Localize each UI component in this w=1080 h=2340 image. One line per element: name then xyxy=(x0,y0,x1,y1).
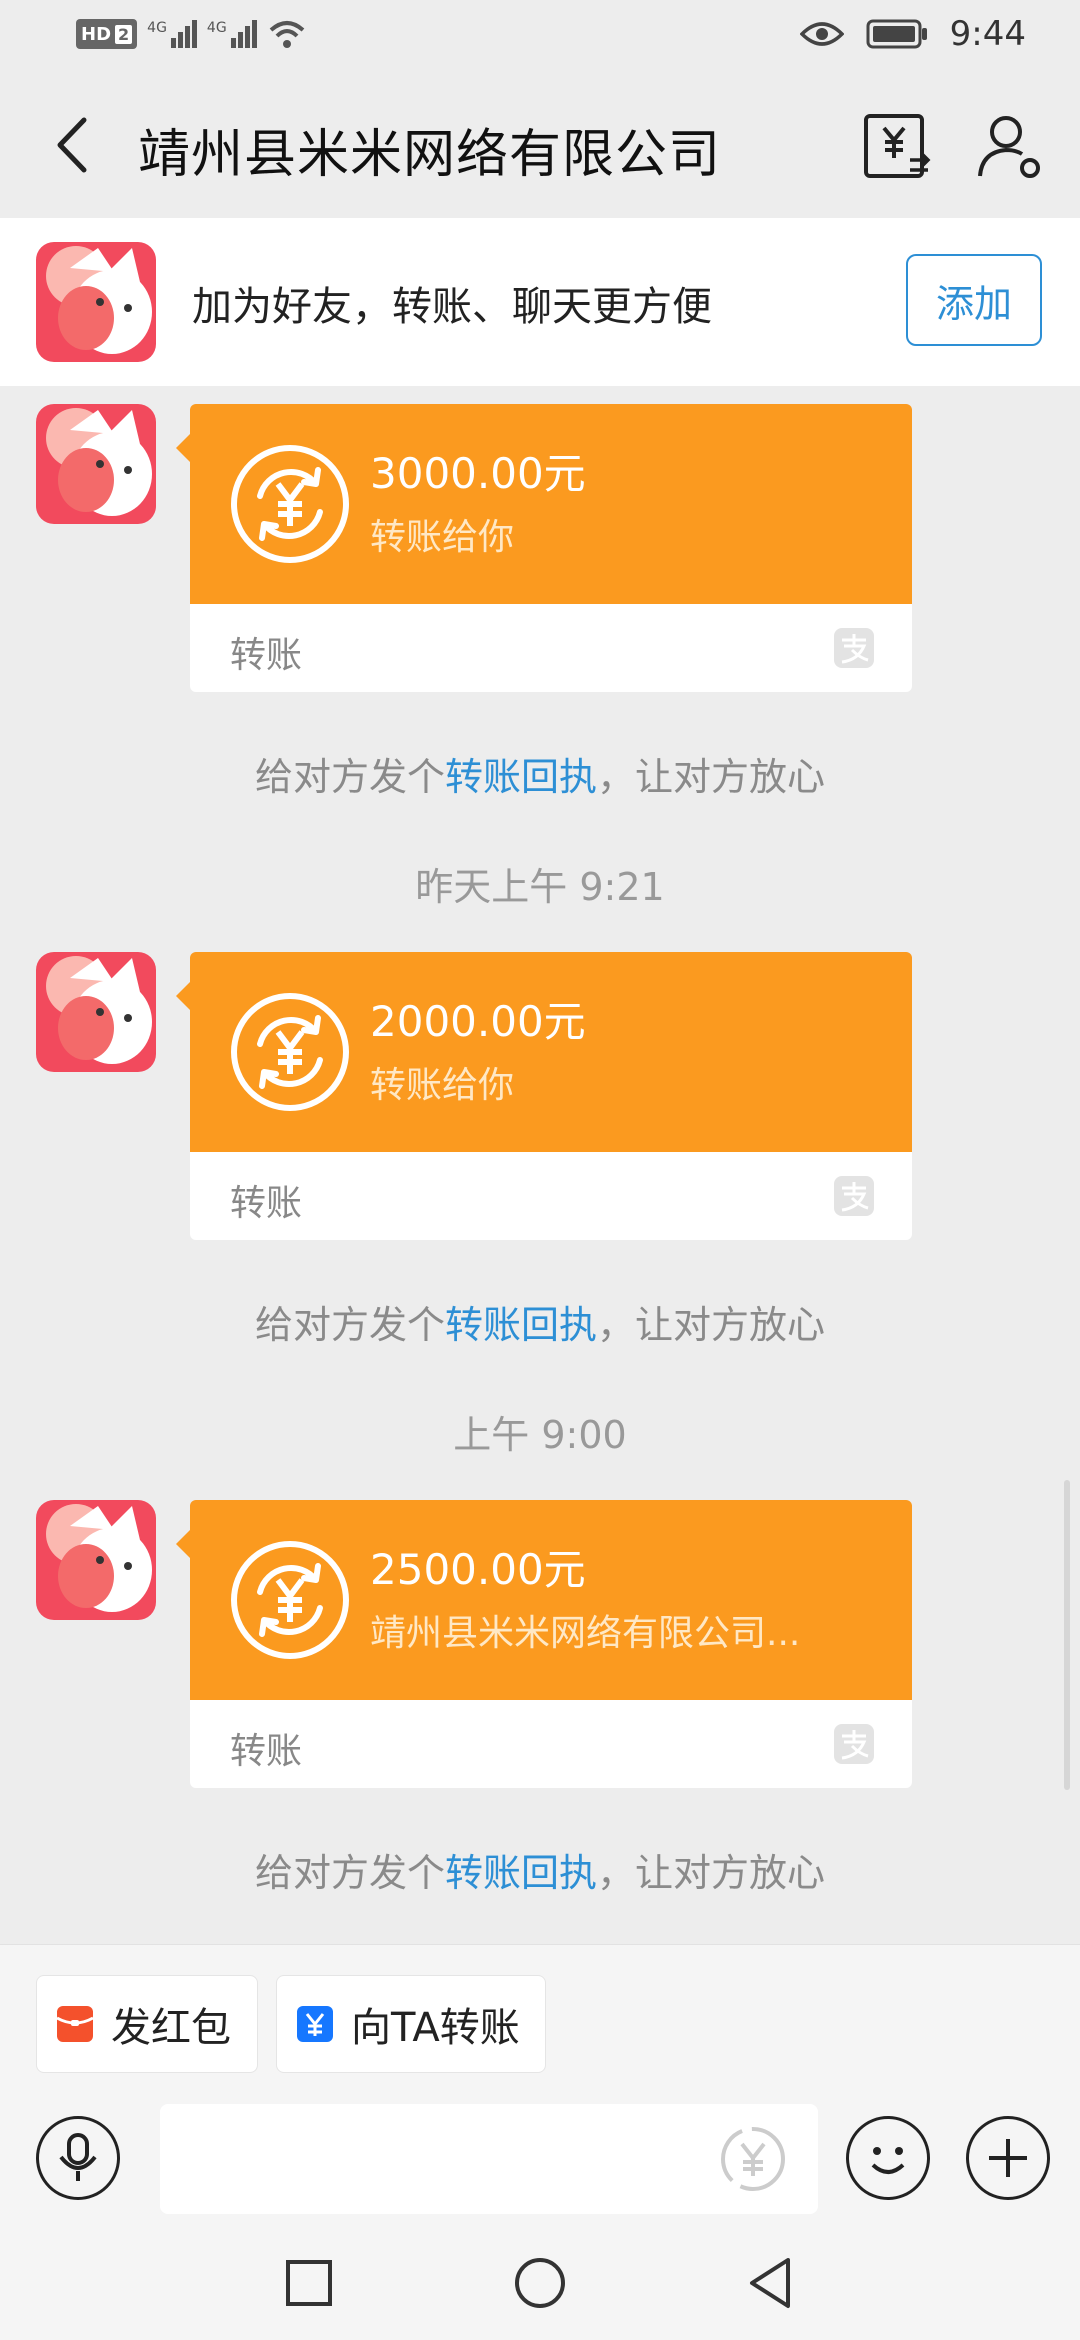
transfer-amount: 2500.00元 xyxy=(370,1545,586,1594)
transfer-receipt-link[interactable]: 转账回执 xyxy=(445,1303,597,1347)
transfer-card[interactable]: 3000.00元 转账给你 转账 xyxy=(176,404,912,692)
transfer-yuan-icon xyxy=(231,445,349,563)
cat-avatar-icon xyxy=(36,952,156,1072)
hd-icon: HD 2 xyxy=(76,19,138,49)
scrollbar[interactable] xyxy=(1064,1480,1070,1790)
input-bar xyxy=(0,2104,1080,2222)
status-time: 9:44 xyxy=(949,14,1026,54)
alipay-icon xyxy=(834,1176,874,1216)
emoji-button[interactable] xyxy=(846,2116,930,2200)
cat-avatar-icon xyxy=(36,404,156,524)
timestamp: 上午 9:00 xyxy=(453,1413,627,1457)
add-friend-button[interactable]: 添加 xyxy=(906,254,1042,346)
system-nav-bar xyxy=(0,2222,1080,2340)
signal-icon: 4G xyxy=(147,20,197,48)
transfer-receipt-link[interactable]: 转账回执 xyxy=(445,755,597,799)
page-title: 靖州县米米网络有限公司 xyxy=(138,125,722,185)
add-friend-banner: 加为好友，转账、聊天更方便 添加 xyxy=(0,218,1080,386)
transfer-receipt-link[interactable]: 转账回执 xyxy=(445,1851,597,1895)
transfer-records-button[interactable] xyxy=(858,108,934,184)
transfer-amount: 2000.00元 xyxy=(370,997,586,1046)
receipt-prompt: 给对方发个转账回执，让对方放心 xyxy=(254,1851,826,1895)
more-button[interactable] xyxy=(966,2116,1050,2200)
system-back-button[interactable] xyxy=(736,2248,806,2318)
transfer-shortcut-icon[interactable] xyxy=(716,2122,790,2196)
red-packet-icon xyxy=(56,2006,94,2042)
receipt-prompt: 给对方发个转账回执，让对方放心 xyxy=(254,1303,826,1347)
transfer-description: 靖州县米米网络有限公司... xyxy=(370,1613,801,1654)
avatar[interactable] xyxy=(36,242,156,362)
smiley-icon xyxy=(871,2147,905,2174)
quick-action-bar: 发红包 向TA转账 xyxy=(0,1944,1080,2105)
transfer-icon xyxy=(297,2006,333,2042)
plus-icon xyxy=(989,2139,1027,2177)
profile-settings-button[interactable] xyxy=(972,108,1048,184)
avatar[interactable] xyxy=(36,952,156,1072)
red-packet-button[interactable]: 发红包 xyxy=(36,1975,258,2073)
transfer-description: 转账给你 xyxy=(370,517,515,558)
microphone-icon xyxy=(59,2133,97,2181)
alipay-icon xyxy=(834,1724,874,1764)
chat-header: 靖州县米米网络有限公司 xyxy=(0,72,1080,222)
status-right: 9:44 xyxy=(799,14,1026,54)
transfer-card[interactable]: 2500.00元 靖州县米米网络有限公司... 转账 xyxy=(176,1500,912,1788)
transfer-yuan-icon xyxy=(231,1541,349,1659)
cat-avatar-icon xyxy=(36,1500,156,1620)
voice-button[interactable] xyxy=(36,2116,120,2200)
recent-apps-button[interactable] xyxy=(274,2248,344,2318)
transfer-yuan-icon xyxy=(231,993,349,1111)
add-friend-text: 加为好友，转账、聊天更方便 xyxy=(192,284,712,330)
home-button[interactable] xyxy=(505,2248,575,2318)
wifi-icon xyxy=(269,21,305,48)
card-type-label: 转账 xyxy=(230,635,303,676)
battery-icon xyxy=(866,19,927,49)
eye-icon xyxy=(799,22,844,46)
transfer-description: 转账给你 xyxy=(370,1065,515,1106)
receipt-prompt: 给对方发个转账回执，让对方放心 xyxy=(254,755,826,799)
alipay-icon xyxy=(834,628,874,668)
avatar[interactable] xyxy=(36,404,156,524)
status-left: HD 2 4G 4G xyxy=(76,18,307,50)
card-type-label: 转账 xyxy=(230,1183,303,1224)
avatar[interactable] xyxy=(36,1500,156,1620)
transfer-card[interactable]: 2000.00元 转账给你 转账 xyxy=(176,952,912,1240)
back-button[interactable] xyxy=(40,110,110,180)
card-type-label: 转账 xyxy=(230,1731,303,1772)
status-bar: HD 2 4G 4G 9:44 xyxy=(0,0,1080,72)
transfer-to-ta-button[interactable]: 向TA转账 xyxy=(276,1975,546,2073)
signal-icon-2: 4G xyxy=(207,20,257,48)
cat-avatar-icon xyxy=(36,242,156,362)
timestamp: 昨天上午 9:21 xyxy=(415,865,665,909)
transfer-amount: 3000.00元 xyxy=(370,449,586,498)
message-input[interactable] xyxy=(160,2104,818,2214)
